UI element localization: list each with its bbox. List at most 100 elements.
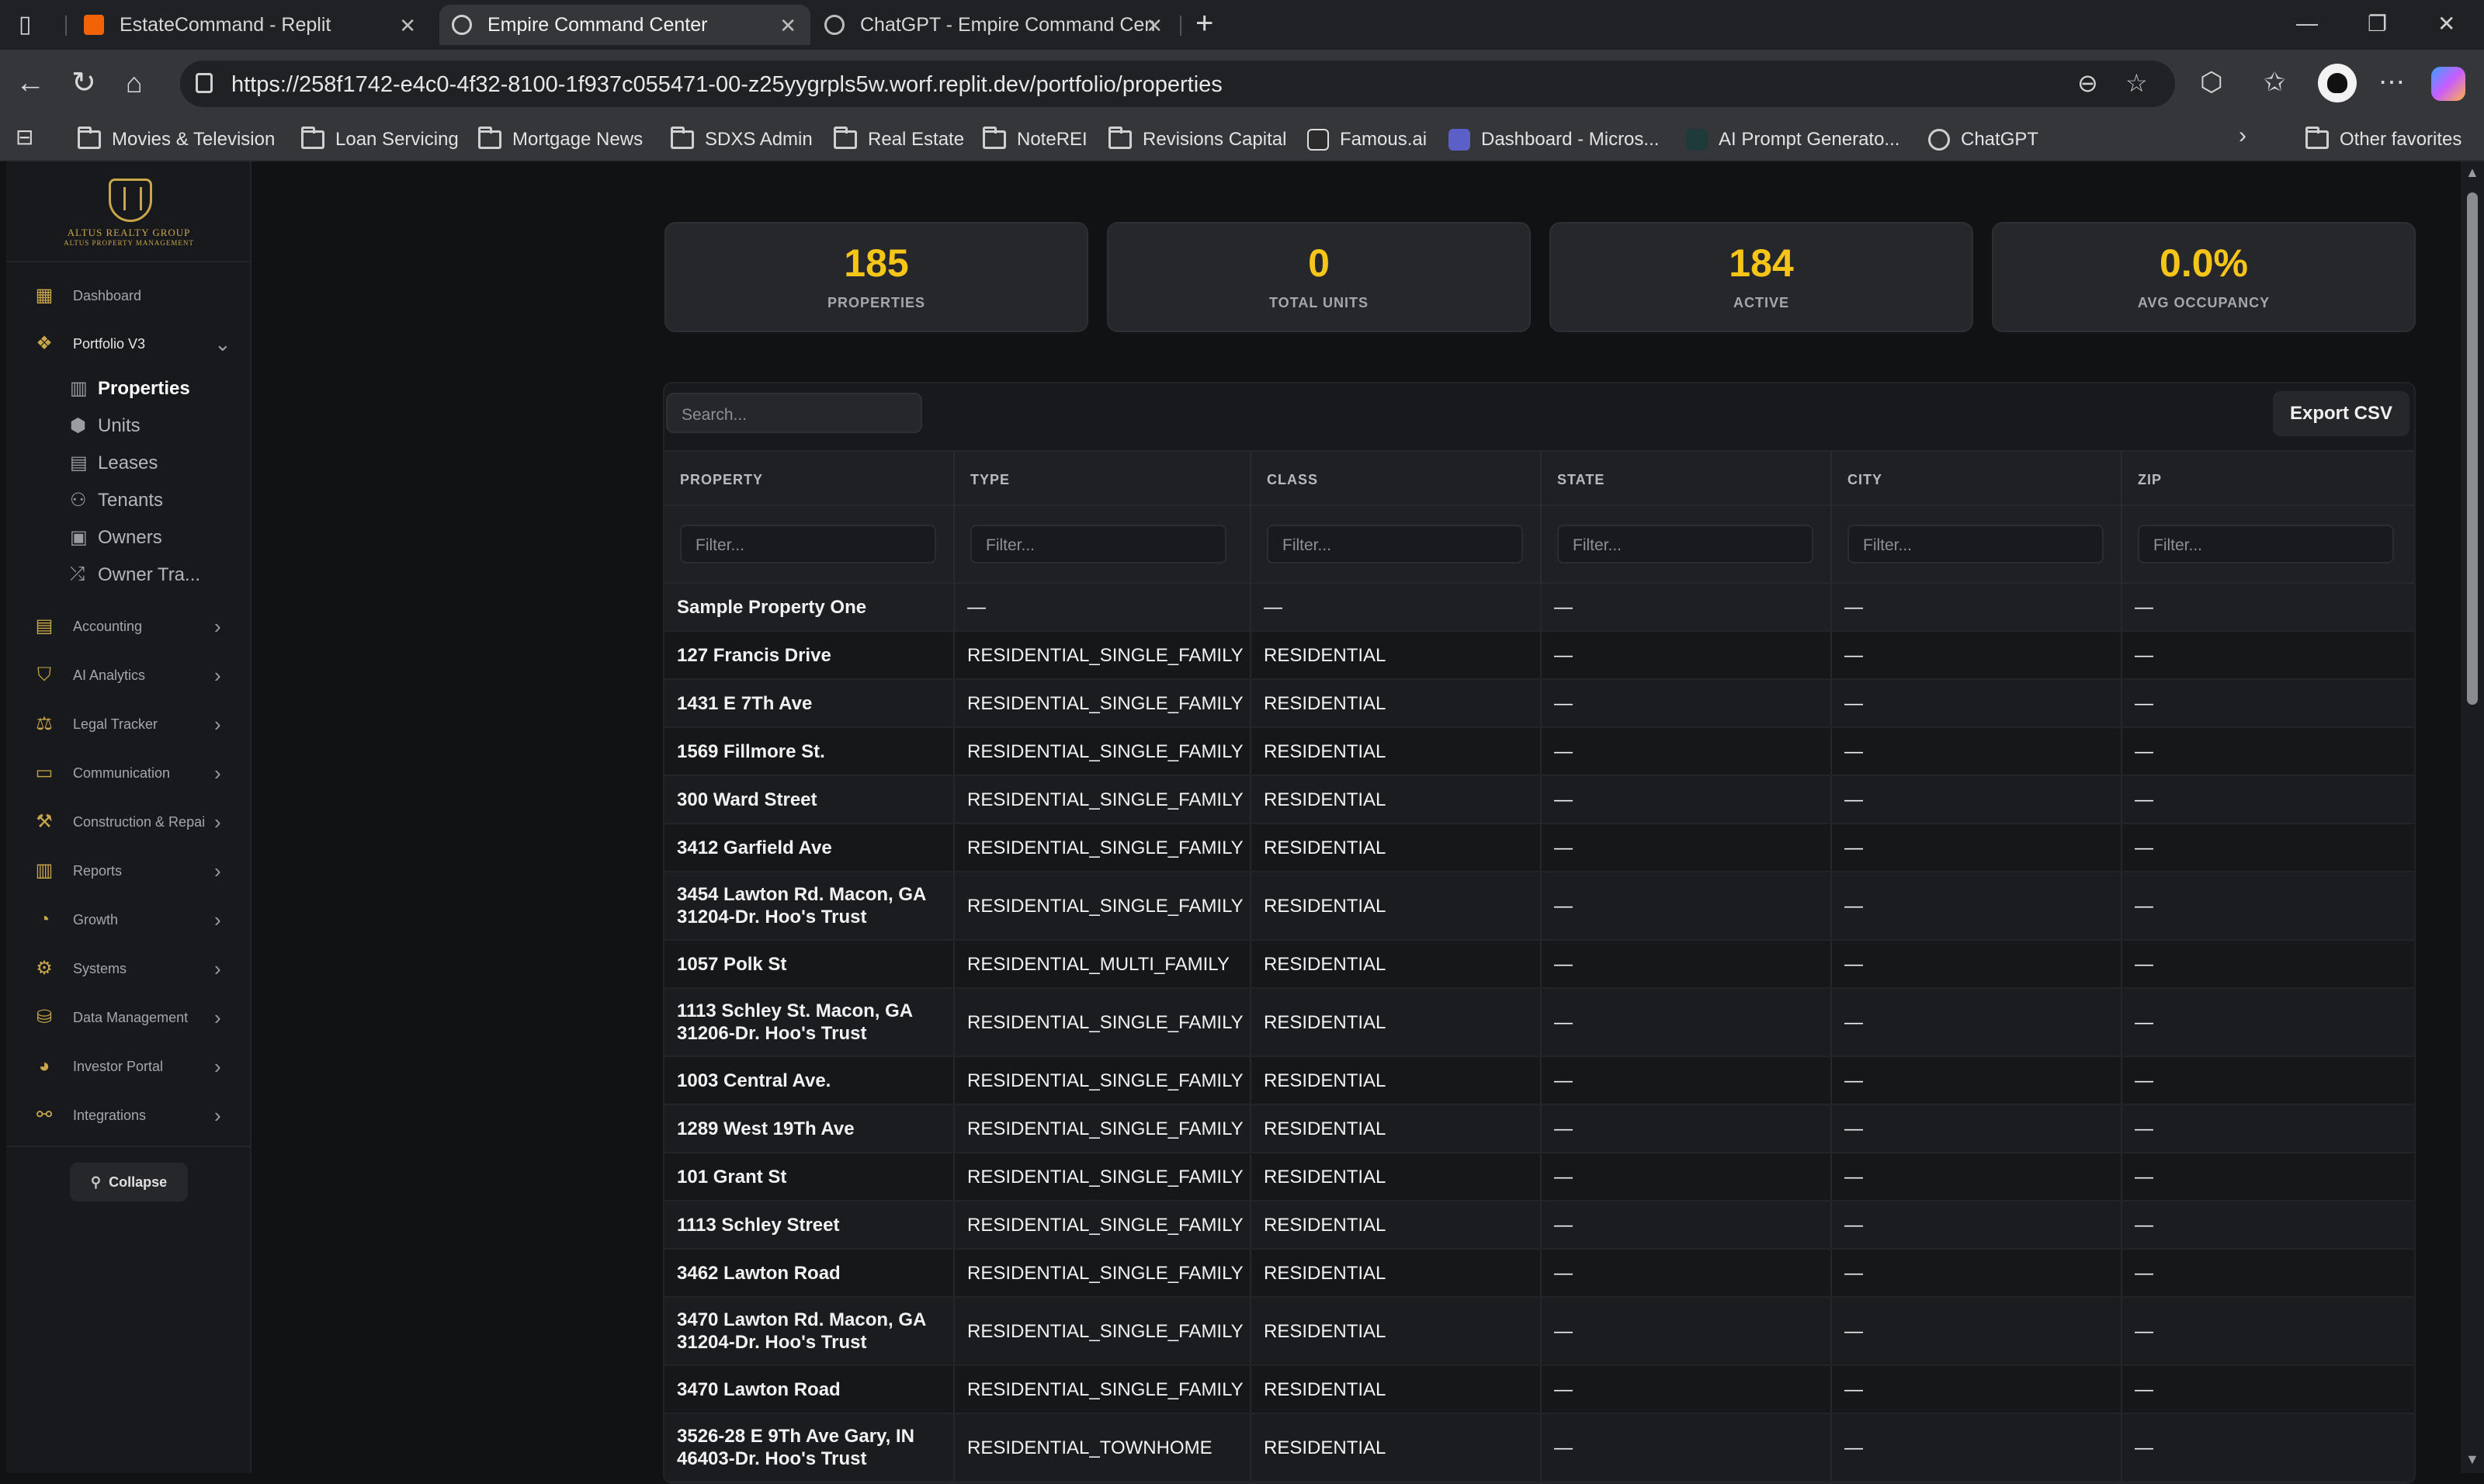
dashboard-grid-icon: ▦ (35, 285, 54, 306)
sidebar-item-growth[interactable]: ◔ Growth › (6, 900, 252, 939)
bookmark-link[interactable]: AI Prompt Generato... (1686, 126, 1899, 154)
table-row[interactable]: 1113 Schley Street RESIDENTIAL_SINGLE_FAM… (664, 1201, 2414, 1250)
sidebar-item-dashboard[interactable]: ▦ Dashboard (6, 276, 252, 315)
bar-chart-icon: ▥ (35, 860, 54, 881)
close-tab-icon[interactable]: ✕ (399, 14, 416, 38)
site-info-icon[interactable] (196, 73, 213, 93)
chevron-right-icon[interactable]: › (2239, 123, 2246, 149)
close-window-icon[interactable]: ✕ (2437, 11, 2455, 36)
sidebar-subitem-owner-transfers[interactable]: ⤮ Owner Tra... (6, 557, 252, 591)
cell-state: — (1542, 989, 1832, 1056)
table-row[interactable]: 3526-28 E 9Th Ave Gary, IN 46403-Dr. Hoo… (664, 1414, 2414, 1482)
filter-city-input[interactable]: Filter... (1847, 525, 2104, 563)
close-tab-icon[interactable]: ✕ (779, 14, 796, 38)
chevron-right-icon: › (214, 859, 221, 882)
bookmark-folder[interactable]: Movies & Television (78, 126, 275, 154)
column-header-class[interactable]: CLASS (1251, 452, 1542, 508)
sidebar-item-portfolio[interactable]: ❖ Portfolio V3 ⌄ (6, 324, 252, 363)
scroll-down-icon[interactable]: ▼ (2465, 1451, 2479, 1468)
sidebar-item-accounting[interactable]: ▤ Accounting › (6, 607, 252, 646)
table-row[interactable]: 1057 Polk St RESIDENTIAL_MULTI_FAMILY RESI… (664, 941, 2414, 989)
reload-icon[interactable]: ↻ (71, 65, 96, 101)
sidebar-item-integrations[interactable]: ⚯ Integrations › (6, 1096, 252, 1135)
sidebar-item-systems[interactable]: ⚙ Systems › (6, 949, 252, 988)
logo[interactable]: ALTUS REALTY GROUP ALTUS PROPERTY MANAGE… (6, 161, 252, 262)
sidebar-item-data-management[interactable]: ⛁ Data Management › (6, 998, 252, 1037)
table-row[interactable]: 1289 West 19Th Ave RESIDENTIAL_SINGLE_FAM… (664, 1105, 2414, 1153)
collapse-button[interactable]: ⚲ Collapse (70, 1163, 188, 1201)
page-scrollbar[interactable]: ▲ ▼ (2461, 161, 2484, 1473)
minimize-icon[interactable]: — (2296, 11, 2318, 36)
bookmark-folder[interactable]: Real Estate (834, 126, 964, 154)
sidebar-item-communication[interactable]: ▭ Communication › (6, 754, 252, 792)
favorites-icon[interactable]: ✩ (2264, 67, 2286, 98)
table-row[interactable]: 1569 Fillmore St. RESIDENTIAL_SINGLE_FAMI… (664, 728, 2414, 776)
table-row[interactable]: 1431 E 7Th Ave RESIDENTIAL_SINGLE_FAMILY R… (664, 680, 2414, 728)
search-input[interactable]: Search... (666, 393, 922, 433)
table-row[interactable]: 1113 Schley St. Macon, GA 31206-Dr. Hoo'… (664, 989, 2414, 1057)
sidebar-item-investor-portal[interactable]: ◕ Investor Portal › (6, 1047, 252, 1086)
extensions-icon[interactable]: ⬡ (2200, 67, 2223, 98)
filter-property-input[interactable]: Filter... (680, 525, 936, 563)
column-header-type[interactable]: TYPE (955, 452, 1251, 508)
new-tab-icon[interactable]: + (1195, 6, 1213, 41)
sidebar-subitem-leases[interactable]: ▤ Leases (6, 446, 252, 480)
table-row[interactable]: 3470 Lawton Road RESIDENTIAL_SINGLE_FAMIL… (664, 1366, 2414, 1414)
table-row[interactable]: 127 Francis Drive RESIDENTIAL_SINGLE_FAMI… (664, 632, 2414, 680)
scrollbar-thumb[interactable] (2467, 192, 2478, 705)
cell-class: RESIDENTIAL (1251, 1153, 1542, 1200)
tab-empire-command-center[interactable]: Empire Command Center ✕ (439, 5, 810, 45)
back-icon[interactable]: ← (16, 65, 45, 101)
tab-estatecommand[interactable]: EstateCommand - Replit ✕ (71, 5, 430, 45)
sidebar-item-construction[interactable]: ⚒ Construction & Repai › (6, 803, 252, 841)
bookmark-link[interactable]: Famous.ai (1307, 126, 1427, 154)
table-row[interactable]: 101 Grant St RESIDENTIAL_SINGLE_FAMILY RES… (664, 1153, 2414, 1201)
column-header-property[interactable]: PROPERTY (664, 452, 955, 508)
zoom-icon[interactable]: ⊖ (2077, 68, 2098, 98)
filter-zip-input[interactable]: Filter... (2138, 525, 2394, 563)
bookmark-link[interactable]: Dashboard - Micros... (1448, 126, 1659, 154)
more-options-icon[interactable]: ⋯ (2378, 67, 2405, 98)
column-header-state[interactable]: STATE (1542, 452, 1832, 508)
sidebar-item-reports[interactable]: ▥ Reports › (6, 851, 252, 890)
column-header-zip[interactable]: ZIP (2122, 452, 2414, 508)
sidebar-item-ai-analytics[interactable]: ⛉ AI Analytics › (6, 656, 252, 695)
bookmark-folder[interactable]: Loan Servicing (301, 126, 459, 154)
sidebar-item-legal-tracker[interactable]: ⚖ Legal Tracker › (6, 705, 252, 744)
url-field[interactable]: https://258f1742-e4c0-4f32-8100-1f937c05… (180, 61, 2175, 107)
bookmark-folder[interactable]: SDXS Admin (671, 126, 813, 154)
other-favorites[interactable]: Other favorites (2305, 126, 2461, 154)
collections-icon[interactable]: ⊟ (16, 124, 33, 150)
cell-class: RESIDENTIAL (1251, 941, 1542, 987)
bookmark-link[interactable]: ChatGPT (1928, 126, 2038, 154)
tab-chatgpt[interactable]: ChatGPT - Empire Command Cen ✕ (812, 5, 1177, 45)
table-row[interactable]: 3412 Garfield Ave RESIDENTIAL_SINGLE_FAMI… (664, 824, 2414, 872)
bookmark-folder[interactable]: NoteREI (983, 126, 1088, 154)
filter-class-input[interactable]: Filter... (1267, 525, 1523, 563)
bookmark-folder[interactable]: Revisions Capital (1108, 126, 1286, 154)
close-tab-icon[interactable]: ✕ (1146, 14, 1163, 38)
scroll-up-icon[interactable]: ▲ (2465, 165, 2479, 181)
restore-icon[interactable]: ❐ (2368, 11, 2387, 36)
sidebar-toggle-icon[interactable]: ▯ (19, 11, 32, 38)
table-row[interactable]: 3454 Lawton Rd. Macon, GA 31204-Dr. Hoo'… (664, 872, 2414, 941)
sidebar-subitem-units[interactable]: ⬢ Units (6, 408, 252, 442)
table-row[interactable]: 1003 Central Ave. RESIDENTIAL_SINGLE_FAMI… (664, 1057, 2414, 1105)
table-row[interactable]: 3462 Lawton Road RESIDENTIAL_SINGLE_FAMIL… (664, 1250, 2414, 1298)
copilot-icon[interactable] (2431, 67, 2465, 101)
filter-state-input[interactable]: Filter... (1557, 525, 1813, 563)
filter-type-input[interactable]: Filter... (970, 525, 1226, 563)
favorite-star-icon[interactable]: ☆ (2125, 68, 2148, 98)
table-row[interactable]: 300 Ward Street RESIDENTIAL_SINGLE_FAMILY… (664, 776, 2414, 824)
export-csv-button[interactable]: Export CSV (2273, 391, 2409, 436)
cell-property: 1569 Fillmore St. (664, 728, 955, 775)
profile-avatar-icon[interactable] (2318, 64, 2357, 102)
table-row[interactable]: Sample Property One — — — — — (664, 584, 2414, 632)
home-icon[interactable]: ⌂ (126, 65, 143, 101)
table-row[interactable]: 3470 Lawton Rd. Macon, GA 31204-Dr. Hoo'… (664, 1298, 2414, 1366)
sidebar-subitem-tenants[interactable]: ⚇ Tenants (6, 483, 252, 517)
sidebar-subitem-owners[interactable]: ▣ Owners (6, 520, 252, 554)
sidebar-subitem-properties[interactable]: ▥ Properties (6, 371, 252, 405)
bookmark-folder[interactable]: Mortgage News (478, 126, 643, 154)
column-header-city[interactable]: CITY (1832, 452, 2122, 508)
